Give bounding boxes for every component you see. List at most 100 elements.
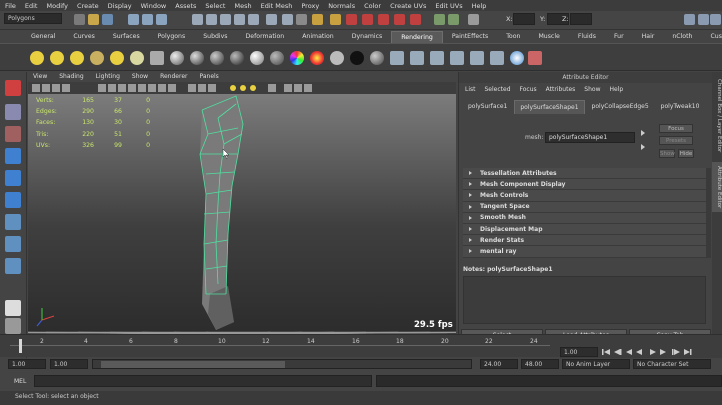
attr-menu-help[interactable]: Help — [609, 86, 623, 93]
history-icon[interactable] — [266, 14, 277, 25]
attr-menu-focus[interactable]: Focus — [520, 86, 537, 93]
snap-curve-icon[interactable] — [206, 14, 217, 25]
menu-display[interactable]: Display — [108, 2, 132, 10]
shelf-tab-custom[interactable]: Custom — [701, 31, 722, 43]
lambert-icon[interactable] — [170, 51, 184, 65]
shelf-tab-deformation[interactable]: Deformation — [237, 31, 294, 43]
shelf-tab-subdivs[interactable]: Subdivs — [194, 31, 236, 43]
range-bar[interactable]: 1 24 — [92, 359, 472, 369]
soft-mod-icon[interactable] — [5, 236, 21, 252]
snap-surface-icon[interactable] — [248, 14, 259, 25]
start-time-field[interactable]: 1.00 — [8, 359, 46, 369]
use-background-icon[interactable] — [330, 51, 344, 65]
sidebar-toggle-icon[interactable] — [434, 14, 445, 25]
shelf-tab-fur[interactable]: Fur — [605, 31, 633, 43]
shelf-tab-dynamics[interactable]: Dynamics — [343, 31, 392, 43]
render-region-icon[interactable] — [410, 14, 421, 25]
menu-select[interactable]: Select — [205, 2, 225, 10]
area-light-icon[interactable] — [70, 51, 84, 65]
z-field[interactable] — [570, 13, 592, 25]
attr-tab-polysurface1[interactable]: polySurface1 — [463, 100, 513, 114]
move-tool-icon[interactable] — [5, 148, 21, 164]
menu-edit-mesh[interactable]: Edit Mesh — [261, 2, 293, 10]
save-scene-icon[interactable] — [102, 14, 113, 25]
anim-layer-select[interactable]: No Anim Layer — [562, 359, 630, 369]
lasso-tool-icon[interactable] — [5, 104, 21, 120]
end-time-field[interactable]: 48.00 — [521, 359, 559, 369]
select-tool-icon[interactable] — [5, 80, 21, 96]
universal-manip-icon[interactable] — [5, 214, 21, 230]
render-settings-icon[interactable] — [362, 14, 373, 25]
attr-menu-show[interactable]: Show — [584, 86, 600, 93]
render-view-icon[interactable] — [378, 14, 389, 25]
ipr-render-icon[interactable] — [346, 14, 357, 25]
spot-light-icon[interactable] — [50, 51, 64, 65]
attr-tab-polytweak10[interactable]: polyTweak10 — [655, 100, 705, 114]
character-set-select[interactable]: No Character Set — [633, 359, 711, 369]
phong-e-icon[interactable] — [230, 51, 244, 65]
render-current-icon[interactable] — [390, 51, 404, 65]
go-to-output-icon[interactable] — [641, 144, 645, 150]
side-tab-attribute-editor[interactable]: Attribute Editor — [712, 162, 722, 212]
select-hierarchy-icon[interactable] — [128, 14, 139, 25]
ipr-icon[interactable] — [410, 51, 424, 65]
attr-tab-polycollapseedge5[interactable]: polyCollapseEdge5 — [586, 100, 654, 114]
blinn-icon[interactable] — [190, 51, 204, 65]
render-frame-icon[interactable] — [330, 14, 341, 25]
new-scene-icon[interactable] — [74, 14, 85, 25]
camera-icon[interactable] — [150, 51, 164, 65]
vp-menu-show[interactable]: Show — [132, 72, 148, 82]
menu-color[interactable]: Color — [364, 2, 381, 10]
scale-tool-icon[interactable] — [5, 192, 21, 208]
viewport-toolbar-icons[interactable] — [28, 82, 456, 94]
snap-grid-icon[interactable] — [192, 14, 203, 25]
attr-tab-polysurfaceshape1[interactable]: polySurfaceShape1 — [514, 100, 585, 114]
menu-file[interactable]: File — [5, 2, 16, 10]
shelf-tab-animation[interactable]: Animation — [293, 31, 343, 43]
volume-light-icon[interactable] — [130, 51, 144, 65]
single-pane-icon[interactable] — [5, 300, 21, 316]
section-render-stats[interactable]: Render Stats — [463, 235, 706, 247]
absolute-transform-icon[interactable] — [468, 14, 479, 25]
batch-render-icon[interactable] — [430, 51, 444, 65]
menu-create[interactable]: Create — [77, 2, 99, 10]
playback-start-field[interactable]: 1.00 — [50, 359, 88, 369]
help-icon[interactable] — [296, 14, 307, 25]
menu-help[interactable]: Help — [472, 2, 487, 10]
menu-create-uvs[interactable]: Create UVs — [390, 2, 426, 10]
attr-menu-selected[interactable]: Selected — [485, 86, 511, 93]
vp-menu-lighting[interactable]: Lighting — [96, 72, 120, 82]
vp-menu-shading[interactable]: Shading — [59, 72, 83, 82]
phong-icon[interactable] — [210, 51, 224, 65]
rotate-tool-icon[interactable] — [5, 170, 21, 186]
vp-menu-view[interactable]: View — [33, 72, 47, 82]
menu-window[interactable]: Window — [141, 2, 167, 10]
command-input[interactable] — [34, 375, 372, 387]
ambient-light-icon[interactable] — [110, 51, 124, 65]
hypershade-icon[interactable] — [394, 14, 405, 25]
select-component-icon[interactable] — [156, 14, 167, 25]
shelf-tab-surfaces[interactable]: Surfaces — [104, 31, 149, 43]
attr-menu-attributes[interactable]: Attributes — [546, 86, 576, 93]
shelf-tab-toon[interactable]: Toon — [497, 31, 529, 43]
vp-menu-renderer[interactable]: Renderer — [160, 72, 187, 82]
show-attr-editor-icon[interactable] — [684, 14, 695, 25]
directional-light-icon[interactable] — [90, 51, 104, 65]
section-tessellation[interactable]: Tessellation Attributes — [463, 168, 706, 180]
point-light-icon[interactable] — [30, 51, 44, 65]
layered-shader-icon[interactable] — [270, 51, 284, 65]
select-object-icon[interactable] — [142, 14, 153, 25]
menu-edit[interactable]: Edit — [25, 2, 38, 10]
shelf-tab-ncloth[interactable]: nCloth — [663, 31, 701, 43]
presets-button[interactable]: Presets — [659, 136, 693, 145]
menu-proxy[interactable]: Proxy — [301, 2, 319, 10]
open-scene-icon[interactable] — [88, 14, 99, 25]
mel-label[interactable]: MEL — [14, 378, 26, 385]
section-mesh-controls[interactable]: Mesh Controls — [463, 190, 706, 202]
layout-icon[interactable] — [5, 318, 21, 334]
paint-select-icon[interactable] — [5, 126, 21, 142]
side-tab-channel-box[interactable]: Channel Box / Layer Editor — [712, 76, 722, 156]
section-mesh-component-display[interactable]: Mesh Component Display — [463, 179, 706, 191]
ocean-shader-icon[interactable] — [370, 51, 384, 65]
shelf-tab-muscle[interactable]: Muscle — [529, 31, 568, 43]
